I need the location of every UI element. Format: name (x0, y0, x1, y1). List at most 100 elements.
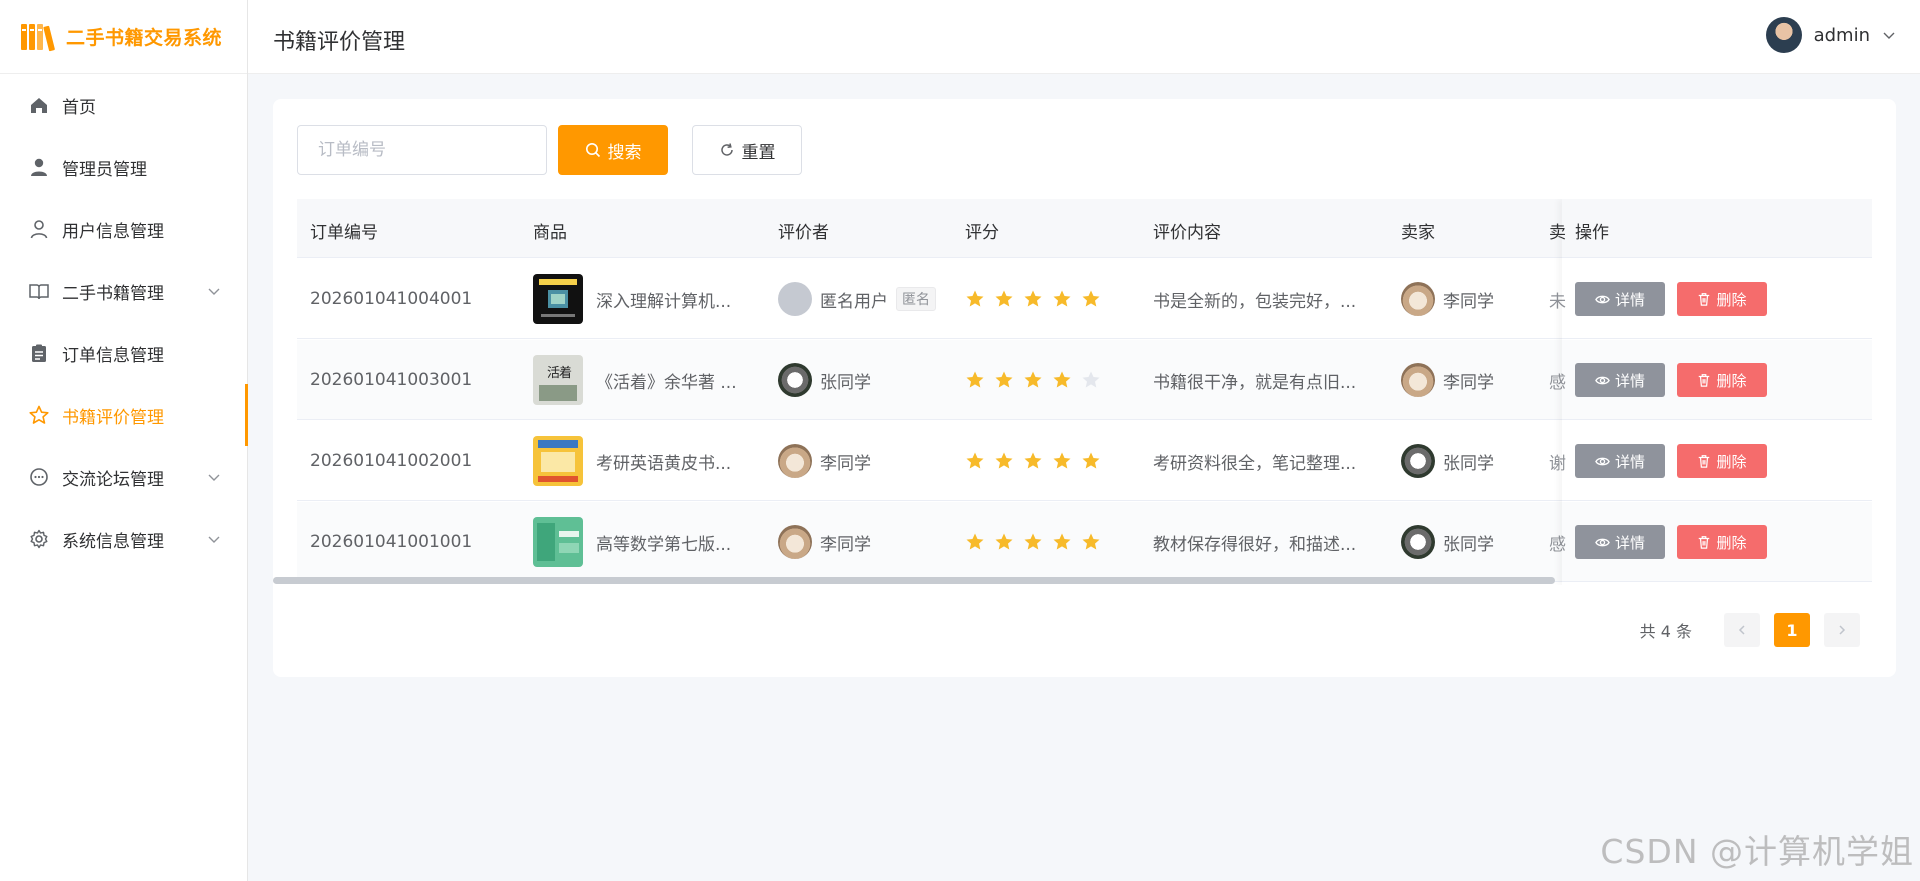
review-content: 教材保存得很好，和描述... (1153, 534, 1357, 555)
product-name: 高等数学第七版... (596, 534, 732, 555)
sidebar-item-3[interactable]: 二手书籍管理 (0, 260, 247, 322)
username: admin (1813, 24, 1870, 46)
reviewer-cell: 李同学 (778, 502, 958, 582)
prev-page-button[interactable] (1724, 613, 1760, 647)
home-icon (28, 94, 50, 116)
chevron-left-icon (1738, 625, 1745, 635)
rating-stars (965, 451, 1101, 471)
sidebar-item-label: 系统信息管理 (62, 531, 164, 552)
star-icon (995, 533, 1013, 550)
avatar (778, 525, 812, 559)
sidebar-item-4[interactable]: 订单信息管理 (0, 322, 247, 384)
avatar (1401, 444, 1435, 478)
reviewer-name: 张同学 (820, 372, 871, 393)
product-name: 深入理解计算机... (596, 291, 732, 312)
star-icon (1082, 371, 1100, 388)
main-card: 搜索 重置 订单编号 商品 评价者 评分 评价内容 卖家 卖 操作 202601… (273, 99, 1896, 677)
avatar (778, 444, 812, 478)
books-logo-icon (21, 23, 55, 51)
column-header-product[interactable]: 商品 (533, 218, 567, 243)
star-icon (1053, 290, 1071, 307)
table-horizontal-scrollbar[interactable] (273, 577, 1555, 584)
reviewer-name: 匿名用户 (820, 291, 888, 312)
book-cover-image (533, 274, 583, 324)
pagination-total: 共 4 条 (1639, 622, 1692, 641)
review-content: 书是全新的，包装完好，... (1153, 291, 1357, 312)
page-title: 书籍评价管理 (273, 30, 406, 55)
refresh-icon (720, 143, 733, 156)
page-button-current[interactable]: 1 (1774, 613, 1810, 647)
next-page-button[interactable] (1824, 613, 1860, 647)
order-number-cell: 202601041003001 (310, 340, 520, 420)
seller-name: 李同学 (1443, 372, 1494, 393)
review-content: 书籍很干净，就是有点旧... (1153, 372, 1357, 393)
rating-cell (965, 421, 1135, 501)
product-cell: 深入理解计算机... (533, 259, 768, 339)
column-header-order-no[interactable]: 订单编号 (310, 218, 378, 243)
sidebar-item-label: 书籍评价管理 (62, 407, 164, 428)
search-button[interactable]: 搜索 (558, 125, 668, 175)
reviewer-name: 李同学 (820, 453, 871, 474)
star-icon (966, 452, 984, 469)
search-icon (585, 143, 600, 158)
order-number-search-input[interactable] (297, 125, 547, 175)
reset-button[interactable]: 重置 (692, 125, 802, 175)
chevron-down-icon[interactable] (207, 284, 221, 298)
app-title: 二手书籍交易系统 (66, 27, 223, 49)
sidebar-item-7[interactable]: 系统信息管理 (0, 508, 247, 570)
reviewer-name: 李同学 (820, 534, 871, 555)
content-cell: 书籍很干净，就是有点旧... (1153, 340, 1383, 420)
product-name: 《活着》余华著 ... (596, 372, 737, 393)
gear-icon (28, 528, 50, 550)
user-menu[interactable]: admin (1765, 17, 1896, 53)
product-cell: 活着《活着》余华著 ... (533, 340, 768, 420)
column-header-rating[interactable]: 评分 (965, 218, 999, 243)
product-cell: 考研英语黄皮书... (533, 421, 768, 501)
avatar (778, 363, 812, 397)
star-icon (1082, 452, 1100, 469)
column-header-seller[interactable]: 卖家 (1401, 218, 1435, 243)
product-name: 考研英语黄皮书... (596, 453, 732, 474)
svg-text:着: 着 (559, 365, 572, 381)
rating-cell (965, 259, 1135, 339)
search-button-label: 搜索 (607, 142, 642, 163)
chevron-down-icon[interactable] (207, 470, 221, 484)
pagination: 共 4 条 1 (1640, 613, 1860, 647)
reviewer-cell: 李同学 (778, 421, 958, 501)
avatar[interactable] (1765, 17, 1802, 53)
book-cover-image (533, 517, 583, 567)
rating-stars (965, 532, 1101, 552)
star-icon (1053, 452, 1071, 469)
rating-cell (965, 502, 1135, 582)
star-icon (1082, 533, 1100, 550)
clipboard-icon (28, 342, 50, 364)
chevron-down-icon (1883, 32, 1895, 39)
star-icon (966, 290, 984, 307)
app-logo[interactable]: 二手书籍交易系统 (0, 0, 247, 74)
content-cell: 教材保存得很好，和描述... (1153, 502, 1383, 582)
sidebar-item-5[interactable]: 书籍评价管理 (0, 384, 248, 446)
review-content: 考研资料很全，笔记整理... (1153, 453, 1357, 474)
seller-cell: 张同学 (1401, 421, 1541, 501)
star-icon (966, 371, 984, 388)
avatar (1401, 525, 1435, 559)
star-icon (28, 404, 50, 426)
reviewer-cell: 张同学 (778, 340, 958, 420)
rating-cell (965, 340, 1135, 420)
star-icon (1024, 452, 1042, 469)
chevron-down-icon[interactable] (207, 532, 221, 546)
seller-name: 张同学 (1443, 453, 1494, 474)
sidebar-item-6[interactable]: 交流论坛管理 (0, 446, 247, 508)
user-outline-icon (28, 218, 50, 240)
order-number-cell: 202601041004001 (310, 259, 520, 339)
star-icon (1024, 371, 1042, 388)
column-header-reviewer[interactable]: 评价者 (778, 218, 829, 243)
column-header-content[interactable]: 评价内容 (1153, 218, 1221, 243)
star-icon (966, 533, 984, 550)
watermark: CSDN @计算机学姐 (1600, 832, 1914, 871)
reviewer-cell: 匿名用户 匿名 (778, 259, 958, 339)
sidebar-item-2[interactable]: 用户信息管理 (0, 198, 247, 260)
sidebar-item-0[interactable]: 首页 (0, 74, 247, 136)
seller-cell: 李同学 (1401, 259, 1541, 339)
sidebar-item-1[interactable]: 管理员管理 (0, 136, 247, 198)
